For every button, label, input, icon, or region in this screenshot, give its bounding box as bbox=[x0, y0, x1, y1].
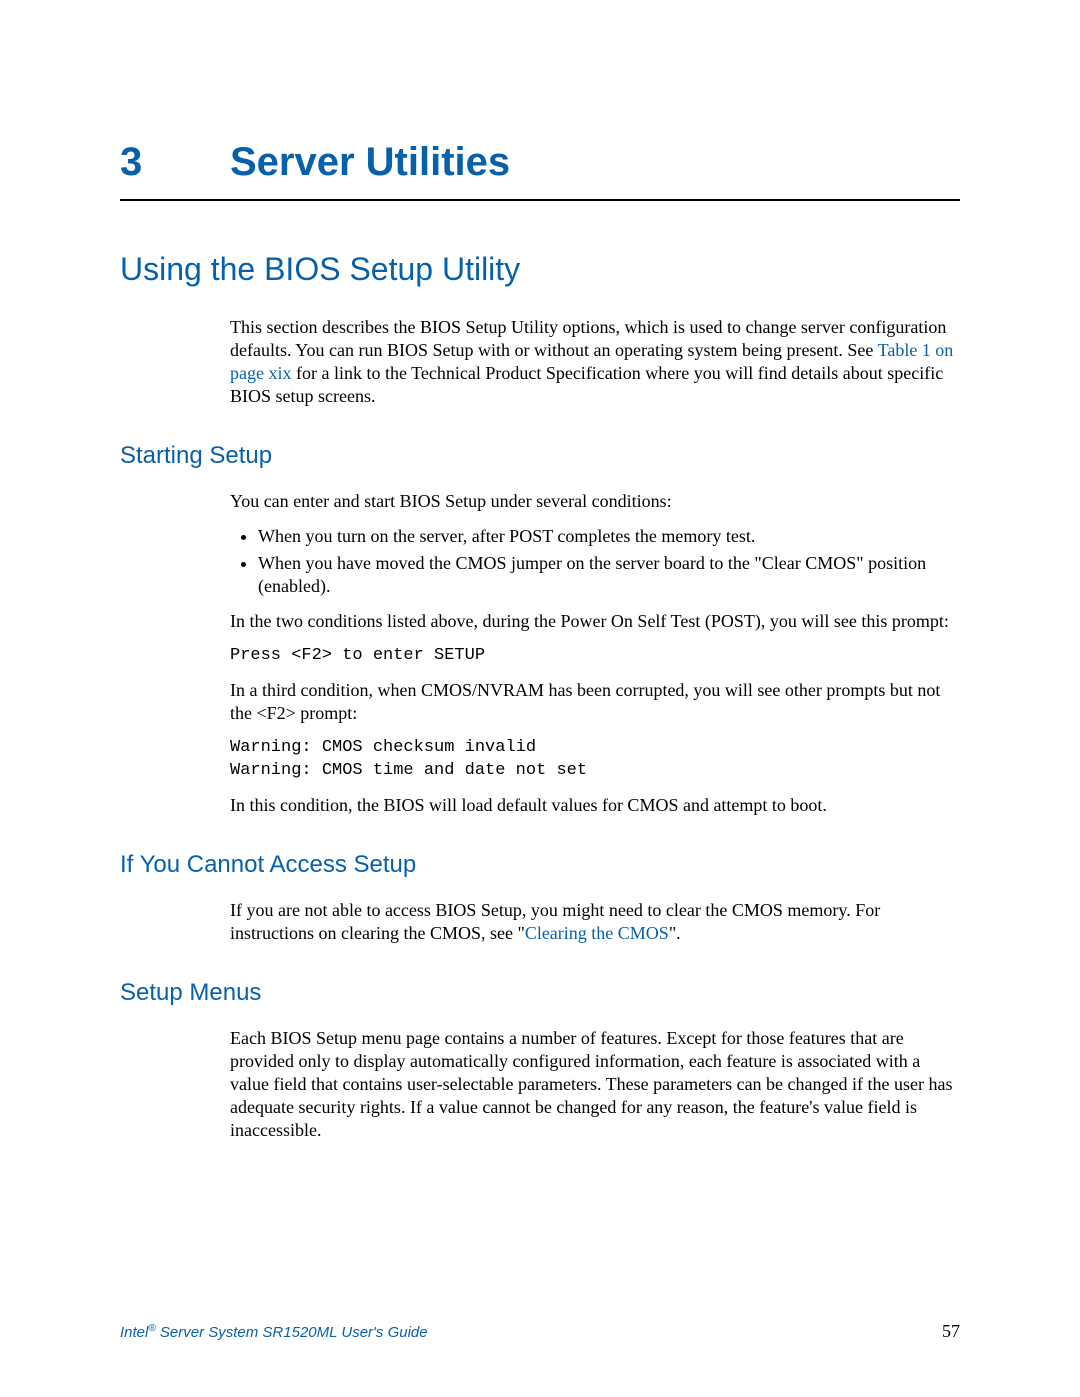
chapter-number: 3 bbox=[120, 140, 230, 185]
page-footer: Intel® Server System SR1520ML User's Gui… bbox=[120, 1321, 960, 1342]
subheading-setup-menus: Setup Menus bbox=[120, 979, 960, 1007]
code-block-warnings: Warning: CMOS checksum invalid Warning: … bbox=[230, 737, 960, 781]
page-number: 57 bbox=[942, 1321, 960, 1342]
subheading-cannot-access: If You Cannot Access Setup bbox=[120, 851, 960, 879]
section-heading-using-bios: Using the BIOS Setup Utility bbox=[120, 251, 960, 288]
list-item: When you turn on the server, after POST … bbox=[258, 525, 960, 548]
footer-brand-a: Intel bbox=[120, 1324, 148, 1341]
starting-bullets: When you turn on the server, after POST … bbox=[230, 525, 960, 598]
footer-brand-b: Server System SR1520ML User's Guide bbox=[156, 1324, 428, 1341]
intro-paragraph: This section describes the BIOS Setup Ut… bbox=[230, 316, 960, 408]
cannot-text-b: ". bbox=[669, 923, 681, 943]
chapter-heading: 3 Server Utilities bbox=[120, 140, 960, 201]
starting-p4: In this condition, the BIOS will load de… bbox=[230, 794, 960, 817]
footer-reg-mark: ® bbox=[148, 1323, 155, 1334]
intro-text-a: This section describes the BIOS Setup Ut… bbox=[230, 317, 946, 360]
chapter-title: Server Utilities bbox=[230, 140, 510, 185]
starting-p3: In a third condition, when CMOS/NVRAM ha… bbox=[230, 679, 960, 725]
list-item: When you have moved the CMOS jumper on t… bbox=[258, 552, 960, 598]
link-clearing-cmos[interactable]: Clearing the CMOS bbox=[525, 923, 669, 943]
starting-p1: You can enter and start BIOS Setup under… bbox=[230, 490, 960, 513]
code-block-f2: Press <F2> to enter SETUP bbox=[230, 645, 960, 667]
starting-p2: In the two conditions listed above, duri… bbox=[230, 610, 960, 633]
menus-paragraph: Each BIOS Setup menu page contains a num… bbox=[230, 1027, 960, 1142]
intro-text-b: for a link to the Technical Product Spec… bbox=[230, 363, 943, 406]
footer-guide-title: Intel® Server System SR1520ML User's Gui… bbox=[120, 1323, 428, 1341]
subheading-starting-setup: Starting Setup bbox=[120, 442, 960, 470]
cannot-paragraph: If you are not able to access BIOS Setup… bbox=[230, 899, 960, 945]
